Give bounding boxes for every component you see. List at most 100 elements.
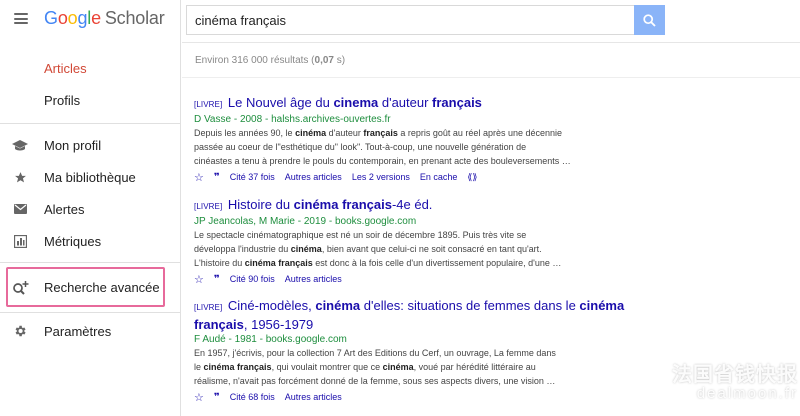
related-articles-link[interactable]: Autres articles [285, 274, 342, 284]
more-icon[interactable]: ⟪⟫ [467, 172, 477, 183]
cited-by-link[interactable]: Cité 90 fois [230, 274, 275, 284]
title-part: cinéma [315, 298, 361, 313]
cite-quote-icon[interactable]: ❞ [214, 274, 220, 285]
title-part: d'elles: situations de femmes dans le [360, 298, 580, 313]
snippet-text: cinéma [290, 244, 322, 254]
search-icon [643, 13, 656, 27]
menu-icon[interactable] [14, 13, 28, 24]
watermark-cn: 法国省钱快报 [672, 362, 798, 386]
sidebar-topbar: Google Scholar [0, 0, 180, 37]
snippet-text: le [194, 362, 204, 372]
envelope-icon [11, 200, 29, 218]
snippet-text: , bien avant que celui-ci ne soit consac… [321, 244, 542, 254]
stats-divider [182, 77, 800, 78]
sidebar-item-label: Métriques [44, 233, 102, 249]
cited-by-link[interactable]: Cité 37 fois [230, 172, 275, 182]
result-snippet: En 1957, j'écrivis, pour la collection 7… [194, 346, 654, 388]
nav-profils[interactable]: Profils [44, 93, 80, 108]
snippet-text: passée au coeur de l"esthétique du" look… [194, 142, 527, 152]
title-part: , 1956-1979 [243, 317, 314, 332]
save-star-icon[interactable]: ☆ [194, 273, 204, 286]
title-part: cinema [333, 95, 379, 110]
stats-suffix: s) [333, 55, 346, 66]
search-button[interactable] [634, 5, 665, 35]
metrics-icon [11, 232, 29, 250]
nav-articles[interactable]: Articles [44, 61, 87, 76]
sidebar-item-label: Paramètres [44, 323, 112, 339]
sidebar-item-alertes[interactable]: Alertes [0, 194, 181, 224]
search-input[interactable] [186, 5, 634, 35]
result-type: [LIVRE] [194, 202, 223, 211]
sidebar-item-parametres[interactable]: Paramètres [0, 316, 181, 346]
snippet-text: Le spectacle cinématographique est né un… [194, 230, 527, 240]
result-item: [LIVRE] Le Nouvel âge du cinema d'auteur… [194, 94, 654, 184]
result-type: [LIVRE] [194, 100, 223, 109]
cited-by-link[interactable]: Cité 68 fois [230, 392, 275, 402]
title-part: d'auteur [378, 95, 433, 110]
search-bar [186, 5, 665, 35]
snippet-text: d'auteur [326, 128, 364, 138]
sidebar-item-ma-bibliotheque[interactable]: Ma bibliothèque [0, 162, 181, 192]
cache-link[interactable]: En cache [420, 172, 458, 182]
save-star-icon[interactable]: ☆ [194, 391, 204, 404]
snippet-text: cinéastes a tenu à prendre le pouls du c… [194, 156, 571, 166]
result-title[interactable]: [LIVRE] Histoire du cinéma français-4e é… [194, 196, 654, 215]
snippet-text: cinéma français [244, 258, 313, 268]
result-item: [LIVRE] Ciné-modèles, cinéma d'elles: si… [194, 297, 654, 404]
snippet-text: L'histoire du [194, 258, 245, 268]
snippet-text: développa l'industrie du [194, 244, 291, 254]
snippet-text: a repris goût au réel après une décennie [397, 128, 562, 138]
result-item: [LIVRE] Histoire du cinéma français -4e é… [194, 196, 654, 286]
result-title[interactable]: [LIVRE] Le Nouvel âge du cinema d'auteur… [194, 94, 654, 113]
snippet-text: cinéma [295, 128, 327, 138]
google-scholar-logo[interactable]: Google Scholar [44, 8, 165, 29]
snippet-text: Depuis les années 90, le [194, 128, 296, 138]
sidebar-item-recherche-avancee[interactable]: Recherche avancée [0, 272, 181, 302]
sidebar-item-metriques[interactable]: Métriques [0, 226, 181, 256]
result-source: F Audé - 1981 - books.google.com [194, 334, 347, 345]
sidebar-divider [0, 123, 181, 124]
sidebar-item-label: Mon profil [44, 137, 102, 153]
results-stats: Environ 316 000 résultats (0,07 s) [195, 55, 345, 66]
sidebar-item-label: Ma bibliothèque [44, 169, 136, 185]
snippet-text: , voué par hérédité littéraire au [413, 362, 536, 372]
snippet-text: En 1957, j'écrivis, pour la collection 7… [194, 348, 556, 358]
result-snippet: Depuis les années 90, le cinéma d'auteur… [194, 126, 654, 168]
stats-time: 0,07 [314, 55, 334, 66]
graduation-cap-icon [11, 136, 29, 154]
title-part: Histoire du [227, 197, 294, 212]
related-articles-link[interactable]: Autres articles [285, 392, 342, 402]
star-icon [11, 168, 29, 186]
title-part: Ciné-modèles, [227, 298, 316, 313]
logo-scholar-text: Scholar [104, 8, 165, 28]
result-title[interactable]: [LIVRE] Ciné-modèles, cinéma d'elles: si… [194, 297, 654, 333]
snippet-text: est donc à la fois celle d'un divertisse… [312, 258, 562, 268]
title-part: français [432, 95, 482, 110]
result-snippet: Le spectacle cinématographique est né un… [194, 228, 654, 270]
result-source: JP Jeancolas, M Marie - 2019 - books.goo… [194, 216, 417, 227]
sidebar: Google Scholar Articles Profils Mon profi… [0, 0, 181, 416]
watermark-en: dealmoon.fr [696, 385, 798, 402]
result-type: [LIVRE] [194, 303, 223, 312]
sidebar-divider [0, 262, 181, 263]
title-part: -4e éd. [391, 197, 433, 212]
snippet-text: français [363, 128, 398, 138]
related-articles-link[interactable]: Autres articles [285, 172, 342, 182]
cite-quote-icon[interactable]: ❞ [214, 172, 220, 183]
cite-quote-icon[interactable]: ❞ [214, 392, 220, 403]
versions-link[interactable]: Les 2 versions [352, 172, 410, 182]
save-star-icon[interactable]: ☆ [194, 171, 204, 184]
result-source: D Vasse - 2008 - halshs.archives-ouverte… [194, 114, 391, 125]
title-part: français [194, 317, 244, 332]
stats-prefix: Environ 316 000 résultats ( [195, 55, 315, 66]
advanced-search-icon [11, 278, 29, 296]
sidebar-item-mon-profil[interactable]: Mon profil [0, 130, 181, 160]
sidebar-item-label: Recherche avancée [44, 279, 160, 295]
sidebar-item-label: Alertes [44, 201, 85, 217]
watermark: 法国省钱快报 dealmoon.fr [672, 358, 798, 402]
result-actions: ☆ ❞ Cité 37 fois Autres articles Les 2 v… [194, 170, 654, 184]
result-actions: ☆ ❞ Cité 68 fois Autres articles [194, 390, 654, 404]
snippet-text: réalisme, n'avait pas forcément donné de… [194, 376, 556, 386]
result-actions: ☆ ❞ Cité 90 fois Autres articles [194, 272, 654, 286]
snippet-text: , qui voulait montrer que ce [271, 362, 383, 372]
